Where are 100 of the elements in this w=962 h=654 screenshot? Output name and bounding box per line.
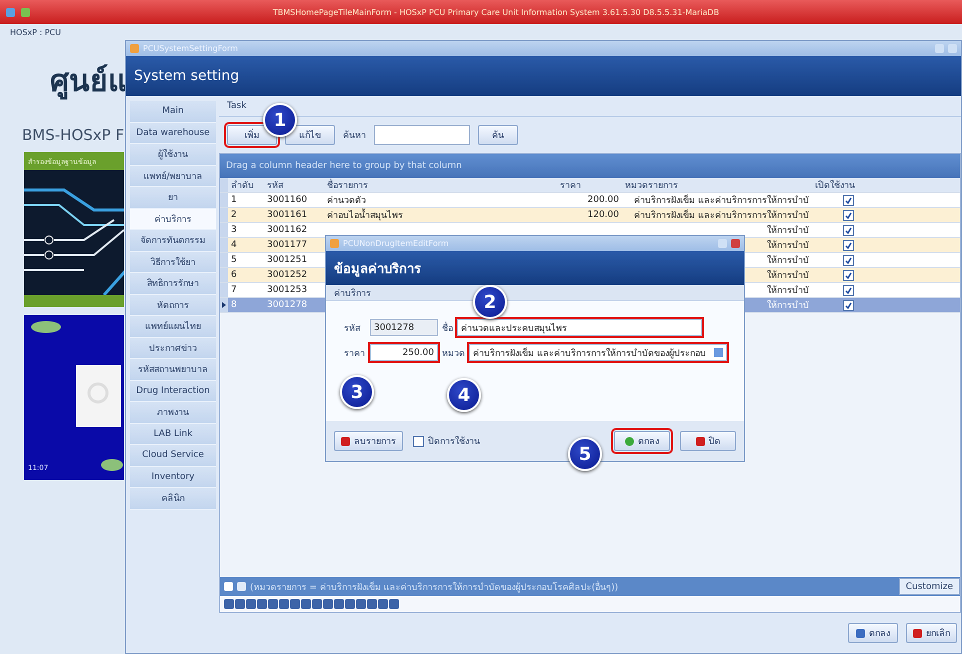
dialog-title: PCUNonDrugItemEditForm	[343, 239, 450, 248]
sidebar-item[interactable]: แพทย์/พยาบาล	[130, 166, 216, 187]
sidebar-item[interactable]: LAB Link	[130, 424, 216, 445]
column-header[interactable]: ลำดับ	[228, 178, 264, 192]
field-label: ราคา	[344, 348, 366, 360]
table-cell-text: 5	[230, 255, 238, 265]
table-cell-text: 3	[230, 225, 238, 235]
sidebar-item[interactable]: Main	[130, 101, 216, 122]
sidebar-item[interactable]: ยา	[130, 187, 216, 208]
cancel-button[interactable]: ยกเลิก	[906, 623, 957, 643]
delete-button[interactable]: ลบรายการ	[334, 431, 403, 451]
sidebar-item[interactable]: ค่าบริการ	[130, 208, 216, 230]
column-header[interactable]: หมวดรายการ	[622, 178, 812, 192]
checkbox-label: ปิดการใช้งาน	[428, 434, 480, 448]
cancel-icon	[913, 628, 922, 638]
ok-button[interactable]: ตกลง	[614, 431, 670, 451]
sidebar-item[interactable]: สิทธิการรักษา	[130, 273, 216, 294]
table-cell-text: 3001252	[266, 270, 308, 280]
sidebar-item[interactable]: Inventory	[130, 466, 216, 488]
checkbox[interactable]	[843, 210, 854, 220]
column-header[interactable]: ราคา	[557, 178, 622, 192]
sidebar-item[interactable]: คลินิก	[130, 488, 216, 510]
sidebar-item[interactable]: Cloud Service	[130, 445, 216, 466]
customize-button[interactable]: Customize	[898, 578, 960, 595]
table-cell-text: ให้การบำบั	[767, 238, 809, 252]
sidebar-item[interactable]: หัตถการ	[130, 294, 216, 316]
checkbox-icon[interactable]	[237, 582, 246, 591]
sidebar-item[interactable]: จัดการทันตกรรม	[130, 230, 216, 252]
cancel-icon	[341, 436, 350, 446]
table-cell-text: ให้การบำบั	[767, 284, 809, 297]
field-label: รหัส	[344, 322, 362, 334]
table-cell-text: ให้การบำบั	[767, 224, 809, 237]
table-cell: ค่าอบไอน้ำสมุนไพร	[324, 208, 557, 222]
category-dropdown[interactable]: ค่าบริการฝังเข็ม และค่าบริการการให้การบำบัดของผู้ประกอบ	[469, 344, 727, 361]
table-cell-text: 7	[230, 285, 238, 295]
checkbox[interactable]	[843, 194, 854, 206]
page-subheading: BMS-HOSxP F	[22, 126, 124, 144]
window-title: TBMSHomePageTileMainForm - HOSxP PCU Primary Care Unit Information System 3.61.5.30 D8.5.5.31-MariaDB	[272, 8, 720, 16]
sidebar-item[interactable]: รหัสสถานพยาบาล	[130, 359, 216, 380]
table-cell-text: 3001161	[266, 210, 308, 220]
app-icon	[6, 8, 15, 16]
table-cell-text: 1	[230, 195, 238, 205]
checkbox[interactable]	[843, 300, 854, 310]
table-cell-text: 3001162	[266, 225, 308, 235]
table-cell-text: ให้การบำบั	[767, 254, 809, 267]
sidebar-item[interactable]: ภาพงาน	[130, 402, 216, 424]
ok-icon	[625, 436, 634, 446]
field-label: หมวด	[442, 348, 465, 360]
table-cell-text: 2	[230, 210, 238, 220]
app-icon	[330, 239, 339, 248]
field-label: ชื่อ	[442, 320, 453, 334]
search-button[interactable]: ค้น	[478, 125, 518, 145]
table-cell-text: 3001177	[266, 240, 308, 250]
table-cell-text: 3001278	[266, 300, 308, 310]
code-field[interactable]: 3001278	[370, 319, 438, 336]
search-label: ค้นหา	[343, 130, 366, 142]
checkbox[interactable]	[413, 436, 424, 446]
edit-button[interactable]: แก้ไข	[285, 125, 335, 145]
table-cell-text: 200.00	[586, 195, 620, 205]
app-icon	[130, 44, 139, 53]
checkbox[interactable]	[843, 270, 854, 280]
sidebar-item[interactable]: แพทย์แผนไทย	[130, 316, 216, 338]
checkbox[interactable]	[843, 240, 854, 250]
table-cell-text: ค่านวดตัว	[326, 195, 367, 207]
search-field[interactable]	[374, 125, 470, 145]
name-field[interactable]: ค่านวดและประคบสมุนไพร	[457, 319, 702, 336]
table-cell-text: ให้การบำบั	[767, 268, 809, 282]
table-cell-text: 3001251	[266, 255, 308, 265]
sidebar-item[interactable]: Data warehouse	[130, 122, 216, 144]
header-title: System setting	[134, 68, 240, 84]
sidebar-item[interactable]: ผู้ใช้งาน	[130, 144, 216, 166]
table-cell-text: 3001160	[266, 195, 308, 205]
column-header[interactable]: เปิดใช้งาน	[812, 178, 857, 192]
tab-label[interactable]: Task	[227, 101, 246, 111]
save-button[interactable]: ตกลง	[848, 623, 898, 643]
sidebar-item[interactable]: ประกาศข่าว	[130, 338, 216, 359]
current-row-icon	[222, 302, 226, 308]
checkbox[interactable]	[843, 254, 854, 266]
checkbox[interactable]	[843, 224, 854, 236]
breadcrumb: HOSxP : PCU	[10, 28, 62, 37]
sidebar-item[interactable]: วิธีการใช้ยา	[130, 252, 216, 273]
group-label: ค่าบริการ	[334, 288, 371, 300]
table-cell-text: ค่าบริการฝังเข็ม และค่าบริการการให้การบำบั	[634, 208, 809, 222]
close-button[interactable]: ปิด	[680, 431, 736, 451]
dialog-header: ข้อมูลค่าบริการ	[334, 260, 421, 278]
table-cell-text: ค่าบริการฝังเข็ม และค่าบริการการให้การบำบั	[634, 194, 809, 207]
add-button[interactable]: เพิ่ม	[227, 125, 277, 145]
price-field[interactable]: 250.00	[370, 344, 438, 361]
table-cell-text: ให้การบำบั	[767, 298, 809, 312]
table-cell-text: 8	[230, 300, 238, 310]
group-hint: Drag a column header here to group by that column	[226, 161, 462, 171]
row-selector[interactable]	[220, 298, 228, 312]
checkbox[interactable]	[843, 284, 854, 296]
column-header[interactable]: ชื่อรายการ	[324, 178, 557, 192]
table-cell-text: 120.00	[586, 210, 620, 220]
column-header[interactable]: รหัส	[264, 178, 324, 192]
page-heading: ศูนย์แ	[50, 63, 127, 102]
cancel-icon	[696, 436, 704, 446]
window-title: PCUSystemSettingForm	[143, 44, 239, 53]
sidebar-item[interactable]: Drug Interaction	[130, 380, 216, 402]
